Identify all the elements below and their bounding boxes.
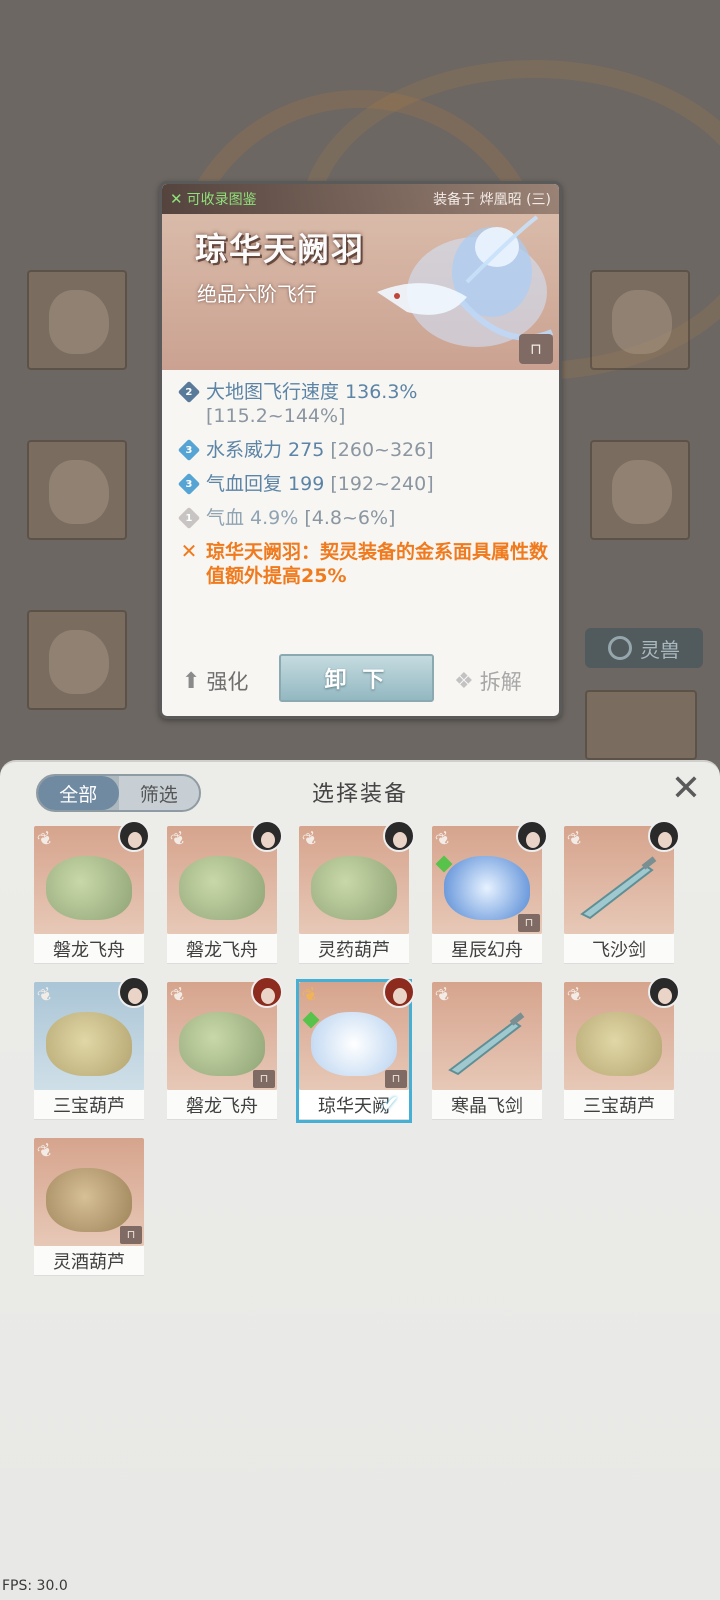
attribute-row: 3 气血回复 199 [192~240] — [177, 472, 548, 496]
background-equip-slot — [590, 270, 690, 370]
item-header: ✕ 可收录图鉴 装备于 烨凰昭 (三) 琼华天阙羽 绝品六阶飞行 ⊓ — [162, 184, 559, 370]
equipment-art — [46, 856, 132, 920]
tier-1-icon: 1 — [177, 506, 201, 530]
tier-3-icon: 3 — [177, 472, 201, 496]
attribute-row: 3 水系威力 275 [260~326] — [177, 438, 548, 462]
owner-avatar — [118, 820, 150, 852]
background-equip-slot — [590, 440, 690, 540]
codex-icon: ✕ — [170, 190, 183, 208]
equipment-art — [576, 1012, 662, 1076]
equipment-card[interactable]: ❦ ⊓ 磐龙飞舟 — [167, 976, 283, 1120]
equipment-art — [444, 856, 530, 920]
chest-icon: ⊓ — [385, 1070, 407, 1088]
equipment-art — [576, 856, 662, 920]
chest-icon: ⊓ — [120, 1226, 142, 1244]
equipped-on-label: 装备于 烨凰昭 (三) — [433, 192, 551, 208]
equipment-card[interactable]: ❦ 飞沙剑 — [564, 820, 680, 964]
special-attribute-row: ✕ 琼华天阙羽：契灵装备的金系面具属性数值额外提高25% — [178, 539, 548, 588]
tier-2-icon: 2 — [177, 380, 201, 404]
equipment-card[interactable]: ❦ 寒晶飞剑 — [432, 982, 542, 1120]
equipment-art — [311, 856, 397, 920]
wing-icon: ❦ — [34, 982, 57, 1009]
enhance-button[interactable]: ⬆ 强化 — [182, 666, 248, 696]
dismantle-button[interactable]: ❖ 拆解 — [454, 666, 522, 696]
equipment-card[interactable]: ❦ 灵药葫芦 — [299, 820, 415, 964]
equipment-art — [179, 1012, 265, 1076]
background-equip-slot — [27, 270, 127, 370]
equipment-card[interactable]: ❦ ⊓ 灵酒葫芦 — [34, 1138, 144, 1276]
arrow-up-icon: ⬆ — [182, 668, 201, 694]
equipment-card[interactable]: ❦ 磐龙飞舟 — [34, 820, 150, 964]
equipment-card[interactable]: ❦ ⊓ 琼华天阙 ✔ — [296, 976, 415, 1123]
wing-icon: ❦ — [299, 826, 322, 853]
owner-avatar — [648, 820, 680, 852]
background-equip-slot — [27, 610, 127, 710]
equipment-thumbnail: ❦ ⊓ — [34, 1138, 144, 1246]
owner-avatar — [118, 976, 150, 1008]
owner-avatar — [516, 820, 548, 852]
equipment-name: 飞沙剑 — [564, 934, 674, 964]
owner-avatar — [648, 976, 680, 1008]
wing-icon: ❦ — [167, 826, 190, 853]
spirit-beast-icon — [608, 636, 632, 660]
owner-avatar — [251, 976, 283, 1008]
background-equip-slot — [27, 440, 127, 540]
tier-3-icon: 3 — [177, 438, 201, 462]
wing-icon: ❦ — [564, 982, 587, 1009]
equipment-thumbnail: ❦ — [432, 982, 542, 1090]
item-name: 琼华天阙羽 — [195, 230, 366, 268]
chest-icon: ⊓ — [519, 334, 553, 364]
equipment-card[interactable]: ❦ ⊓ 星辰幻舟 — [432, 820, 548, 964]
checkmark-icon: ✔ — [380, 1092, 400, 1117]
wing-icon: ❦ — [432, 826, 455, 853]
background-equip-slot — [585, 690, 697, 760]
equipment-name: 三宝葫芦 — [564, 1090, 674, 1120]
attribute-list: 2 大地图飞行速度 136.3% [115.2~144%] 3 水系威力 275… — [177, 380, 548, 598]
item-grade: 绝品六阶飞行 — [197, 282, 317, 306]
popup-actions: ⬆ 强化 卸 下 ❖ 拆解 — [162, 636, 559, 716]
wing-icon: ❦ — [34, 1138, 57, 1165]
equipment-name: 寒晶飞剑 — [432, 1090, 542, 1120]
wing-icon: ❦ — [167, 982, 190, 1009]
dismantle-icon: ❖ — [454, 668, 474, 694]
owner-avatar — [383, 820, 415, 852]
fps-counter: FPS: 30.0 — [2, 1578, 68, 1594]
equipment-card[interactable]: ❦ 磐龙飞舟 — [167, 820, 283, 964]
select-equipment-panel: 全部 筛选 选择装备 ✕ ❦ 磐龙飞舟 ❦ 磐龙飞舟 ❦ 灵药葫芦 ❦ ⊓ 星辰幻舟 ❦ 飞沙剑 ❦ 三… — [0, 760, 720, 1600]
panel-title: 选择装备 — [311, 782, 408, 807]
equipment-art — [179, 856, 265, 920]
equipment-card[interactable]: ❦ 三宝葫芦 — [34, 976, 150, 1120]
attribute-row: 2 大地图飞行速度 136.3% [115.2~144%] — [177, 380, 548, 428]
equipment-art — [46, 1168, 132, 1232]
equipment-art — [444, 1012, 530, 1076]
equipment-card[interactable]: ❦ 三宝葫芦 — [564, 976, 680, 1120]
equipment-name: 磐龙飞舟 — [167, 934, 277, 964]
close-icon[interactable]: ✕ — [668, 771, 704, 808]
equipment-name: 三宝葫芦 — [34, 1090, 144, 1120]
equipment-name: 灵酒葫芦 — [34, 1246, 144, 1276]
owner-avatar — [383, 976, 415, 1008]
wing-icon: ❦ — [432, 982, 455, 1009]
unequip-button[interactable]: 卸 下 — [279, 654, 434, 702]
equipment-name: 磐龙飞舟 — [34, 934, 144, 964]
chest-icon: ⊓ — [518, 914, 540, 932]
wing-icon: ❦ — [564, 826, 587, 853]
equipment-name: 磐龙飞舟 — [167, 1090, 277, 1120]
equipment-name: 星辰幻舟 — [432, 934, 542, 964]
collectible-tag: ✕ 可收录图鉴 — [170, 190, 257, 208]
item-topbar: ✕ 可收录图鉴 装备于 烨凰昭 (三) — [162, 184, 559, 214]
owner-avatar — [251, 820, 283, 852]
wing-icon: ❦ — [34, 826, 57, 853]
equipment-name: 灵药葫芦 — [299, 934, 409, 964]
special-effect-icon: ✕ — [180, 539, 198, 563]
equipment-art — [46, 1012, 132, 1076]
spirit-beast-button: 灵兽 — [585, 628, 703, 668]
equipment-art — [311, 1012, 397, 1076]
item-detail-popup: ✕ 可收录图鉴 装备于 烨凰昭 (三) 琼华天阙羽 绝品六阶飞行 ⊓ 2 大地图… — [159, 181, 562, 719]
chest-icon: ⊓ — [253, 1070, 275, 1088]
attribute-row: 1 气血 4.9% [4.8~6%] — [177, 506, 548, 530]
wing-icon: ❦ — [299, 982, 322, 1009]
